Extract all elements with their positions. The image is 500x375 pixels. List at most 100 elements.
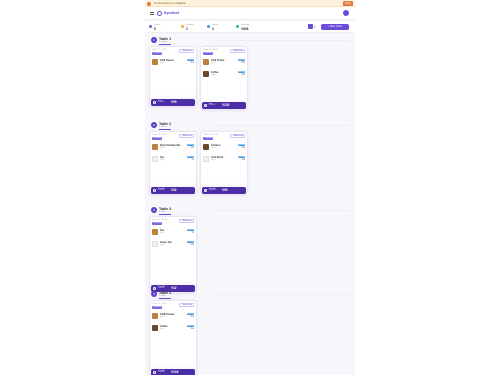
item-thumbnail [203, 71, 209, 77]
pay-sublabel: Settle bill [209, 105, 216, 107]
add-items-button[interactable]: + Add items [179, 218, 194, 223]
order-item: Chicken Qty 1 Served ₹40 [203, 144, 245, 152]
order-item: Chili Paneer Qty 1 Served ₹99 [152, 59, 194, 67]
add-items-button[interactable]: + Add items [230, 48, 245, 53]
orders-icon [149, 25, 152, 28]
pay-button[interactable]: Pay Settle bill ₹99 [151, 98, 195, 106]
stat-label: Revenue [241, 23, 250, 26]
item-quantity: Qty 1 [211, 62, 216, 65]
order-card: Order #3 · 10:21 + Add items Preparing Frie… [150, 132, 196, 195]
order-meta: Order #6 · 10:52 [152, 303, 167, 305]
order-card: Order #4 · 10:28 + Add items Preparing Chic… [201, 132, 247, 195]
banner-text: Connectivity is unstable [154, 1, 186, 5]
new-order-button[interactable]: + New Order [321, 24, 349, 30]
wallet-icon [204, 188, 207, 192]
stats-bar: Orders 6 Pending 2 Tables 4 Revenue ₹808… [145, 21, 355, 33]
order-item: Cold Drink Qty 1 Served ₹50 [203, 156, 245, 164]
retry-button[interactable]: Retry [343, 1, 353, 6]
item-quantity: Qty 1 [160, 147, 165, 150]
table-header: 4 Table 41 order [151, 291, 211, 300]
add-items-button[interactable]: + Add items [179, 48, 194, 53]
status-badge: Preparing [203, 52, 214, 55]
item-price: ₹40 [190, 244, 194, 247]
stat-orders: Orders 6 [149, 23, 175, 31]
pay-sublabel: Settle bill [158, 102, 165, 104]
app-window: Syndicet Orders 6 Pending 2 Tables 4 Rev… [145, 7, 355, 375]
wallet-icon [153, 286, 156, 290]
item-thumbnail [152, 156, 158, 162]
order-card: Order #6 · 10:52 + Add items Preparing Chil… [150, 301, 196, 375]
item-quantity: Qty 1 [160, 316, 165, 319]
item-thumbnail [152, 229, 158, 235]
pay-amount: ₹90 [222, 188, 228, 192]
stat-value: 2 [186, 26, 188, 31]
pay-button[interactable]: Pay Settle bill ₹130 [202, 101, 246, 109]
section-divider [215, 40, 349, 41]
status-badge: Preparing [152, 306, 163, 309]
avatar[interactable] [343, 10, 349, 16]
pay-amount: ₹99 [171, 100, 177, 104]
order-card: Order #1 · 10:02 + Add items Preparing Chil… [150, 47, 196, 107]
item-price: ₹90 [241, 62, 245, 65]
filter-button[interactable] [308, 24, 313, 29]
item-thumbnail [152, 241, 158, 247]
order-meta: Order #1 · 10:02 [152, 49, 167, 51]
table-number-badge: 4 [151, 291, 157, 297]
stat-value: 4 [212, 26, 214, 31]
add-items-button[interactable]: + Add items [179, 302, 194, 307]
warning-icon [147, 1, 151, 6]
order-item: Coffee Qty 1 Served ₹40 [152, 325, 194, 333]
pay-button[interactable]: Pay bill Settle bill ₹139 [151, 368, 195, 375]
order-meta: Order #5 · 10:40 [152, 219, 167, 221]
pay-sublabel: Settle bill [209, 190, 216, 192]
stat-pending: Pending 2 [181, 23, 207, 31]
pay-sublabel: Settle bill [158, 372, 165, 374]
logo-icon [157, 10, 162, 16]
brand-name: Syndicet [164, 10, 179, 15]
top-bar: Syndicet [145, 7, 355, 20]
item-thumbnail [152, 144, 158, 150]
order-item: Tea Qty 1 Served ₹2 [152, 156, 194, 164]
section-divider [215, 294, 349, 295]
pay-button[interactable]: Pay bill Settle bill ₹90 [202, 186, 246, 194]
table-header: 1 Table 12 orders [151, 37, 211, 46]
item-quantity: Qty 1 [160, 328, 165, 331]
item-price: ₹2 [191, 159, 194, 162]
table-underline [159, 298, 171, 299]
revenue-icon [236, 25, 239, 28]
stat-value: ₹808 [241, 26, 249, 31]
table-underline [159, 129, 171, 130]
menu-icon[interactable] [150, 12, 154, 15]
order-item: Coffee Qty 1 Served ₹40 [203, 71, 245, 79]
add-items-button[interactable]: + Add items [179, 133, 194, 138]
item-price: ₹40 [190, 328, 194, 331]
stat-revenue: Revenue ₹808 [236, 23, 266, 31]
pay-sublabel: Settle bill [158, 288, 165, 290]
item-price: ₹40 [190, 147, 194, 150]
item-quantity: Qty 1 [211, 74, 216, 77]
item-quantity: Qty 1 [160, 232, 165, 235]
chevron-down-icon[interactable]: ▾ [314, 25, 316, 29]
pay-button[interactable]: Pay bill Settle bill ₹42 [151, 186, 195, 194]
item-price: ₹50 [241, 159, 245, 162]
order-card: Order #5 · 10:40 + Add items Preparing Tea Q… [150, 217, 196, 293]
item-quantity: Qty 1 [160, 244, 165, 247]
item-thumbnail [203, 144, 209, 150]
tables-icon [207, 25, 210, 28]
wallet-icon [153, 370, 156, 374]
status-badge: Preparing [152, 222, 163, 225]
stat-value: 6 [154, 26, 156, 31]
stat-label: Orders [154, 23, 161, 26]
item-quantity: Qty 1 [211, 159, 216, 162]
order-meta: Order #3 · 10:21 [152, 134, 167, 136]
item-price: ₹40 [241, 147, 245, 150]
status-badge: Preparing [152, 52, 163, 55]
add-items-button[interactable]: + Add items [230, 133, 245, 138]
item-quantity: Qty 1 [160, 62, 165, 65]
item-thumbnail [203, 156, 209, 162]
item-price: ₹2 [191, 232, 194, 235]
item-thumbnail [152, 59, 158, 65]
stat-tables: Tables 4 [207, 23, 233, 31]
pay-amount: ₹130 [222, 103, 230, 107]
order-item: Chilli Paneer Qty 1 Served ₹99 [152, 313, 194, 321]
